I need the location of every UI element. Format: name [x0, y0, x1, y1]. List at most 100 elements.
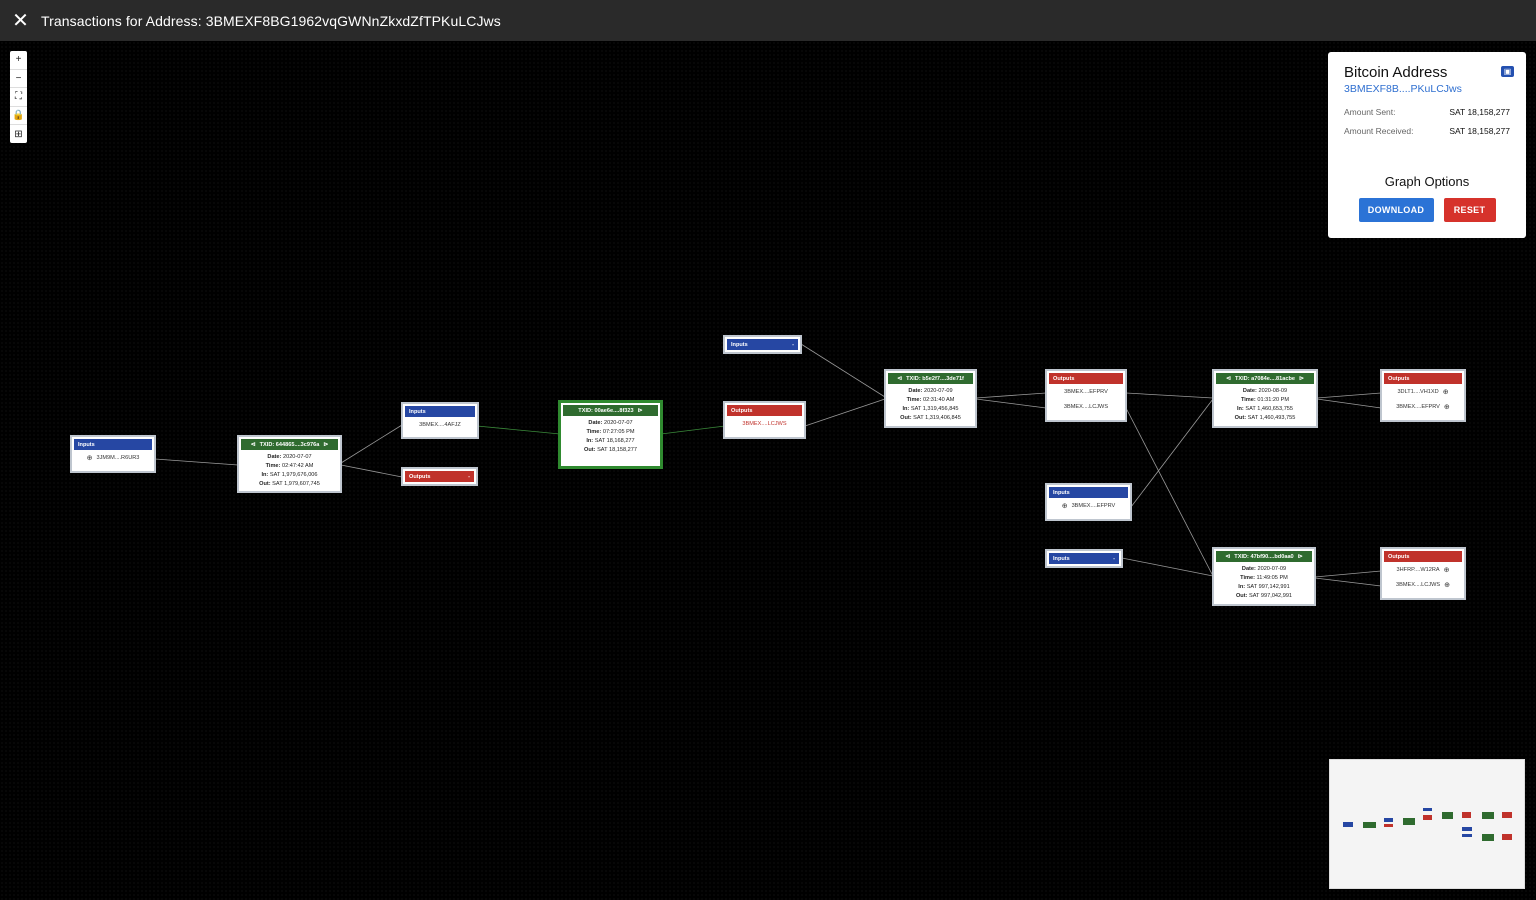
close-icon[interactable]: ✕: [0, 0, 41, 41]
remove-icon[interactable]: ⊕: [87, 454, 93, 462]
time-key: Time:: [906, 397, 922, 403]
amount-received-label: Amount Received:: [1344, 126, 1414, 136]
input-node[interactable]: Inputs ⊕ 3JM9M....R6UR3: [70, 435, 156, 473]
transaction-node[interactable]: ⊲ TXID: 47bf90....bd0aa0 ⊳ Date: 2020-07-0…: [1212, 547, 1316, 606]
txid-label: TXID: 47bf90....bd0aa0: [1234, 553, 1294, 560]
zoom-in-button[interactable]: +: [10, 51, 27, 70]
input-node[interactable]: Inputs -: [1045, 549, 1123, 568]
date-value: 2020-07-07: [603, 420, 633, 426]
address-label[interactable]: 3BMEX....EFPRV: [1072, 503, 1116, 509]
graph-canvas[interactable]: [0, 41, 1536, 900]
txid-label: TXID: 00ae6e....8f323: [578, 407, 634, 414]
address-label[interactable]: 3DLT1....VH1XD: [1397, 389, 1438, 395]
wallet-icon[interactable]: ▣: [1501, 66, 1514, 77]
transaction-node-selected[interactable]: TXID: 00ae6e....8f323 ⊳ Date: 2020-07-07 …: [559, 401, 662, 468]
address-info-panel: Bitcoin Address ▣ 3BMEXF8B....PKuLCJws A…: [1328, 52, 1526, 238]
address-label[interactable]: 3JM9M....R6UR3: [96, 455, 139, 461]
in-value: SAT 18,168,277: [594, 438, 635, 444]
panel-title: Bitcoin Address: [1344, 64, 1448, 81]
time-value: 07:27:05 PM: [602, 429, 635, 435]
in-value: SAT 1,460,653,755: [1245, 406, 1294, 412]
output-node[interactable]: Outputs 3HFRP....W12RA ⊕ 3BMEX....LCJWS ⊕: [1380, 547, 1466, 600]
amount-sent-value: SAT 18,158,277: [1449, 107, 1510, 117]
output-node[interactable]: Outputs -: [401, 467, 478, 486]
out-value: SAT 997,042,991: [1249, 593, 1293, 599]
minimap[interactable]: [1329, 759, 1525, 889]
input-node[interactable]: Inputs 3BMEX....4AFJZ: [401, 402, 479, 439]
collapse-toggle[interactable]: -: [468, 474, 470, 480]
add-icon[interactable]: ⊕: [1443, 388, 1449, 396]
reset-button[interactable]: RESET: [1443, 198, 1496, 222]
collapse-toggle[interactable]: -: [792, 342, 794, 348]
collapse-toggle[interactable]: -: [1113, 556, 1115, 562]
minimap-node: [1363, 822, 1376, 828]
expand-right-icon[interactable]: ⊳: [1299, 375, 1304, 382]
expand-left-icon[interactable]: ⊲: [1226, 375, 1231, 382]
input-node[interactable]: Inputs ⊕ 3BMEX....EFPRV: [1045, 483, 1132, 521]
address-label[interactable]: 3HFRP....W12RA: [1397, 567, 1440, 573]
add-icon[interactable]: ⊕: [1444, 403, 1450, 411]
minimap-node: [1462, 827, 1472, 831]
address-label[interactable]: 3BMEX....EFPRV: [1396, 404, 1440, 410]
out-value: SAT 1,979,607,745: [272, 481, 320, 487]
expand-left-icon[interactable]: ⊲: [251, 441, 256, 448]
expand-right-icon[interactable]: ⊳: [638, 407, 643, 414]
fit-view-button[interactable]: ⛶: [10, 88, 27, 107]
lock-button[interactable]: 🔒: [10, 107, 27, 126]
minimap-node: [1403, 818, 1415, 825]
node-header-label: Inputs: [1053, 489, 1070, 496]
minimap-node: [1462, 834, 1472, 837]
download-button[interactable]: DOWNLOAD: [1358, 198, 1434, 222]
transaction-node[interactable]: ⊲ TXID: a7084e....81acbe ⊳ Date: 2020-08-0…: [1212, 369, 1318, 428]
in-value: SAT 1,979,676,006: [269, 472, 318, 478]
node-header-label: Inputs: [1053, 555, 1070, 562]
minimap-node: [1343, 822, 1353, 827]
date-value: 2020-07-09: [1257, 566, 1287, 572]
output-node[interactable]: Outputs 3BMEX....EFPRV 3BMEX....LCJWS: [1045, 369, 1127, 422]
date-key: Date:: [267, 454, 282, 460]
node-header-label: Outputs: [1053, 375, 1075, 382]
transaction-node[interactable]: ⊲ TXID: 644865....3c976a ⊳ Date: 2020-07-0…: [237, 435, 342, 493]
graph-controls: + − ⛶ 🔒 ⊞: [10, 51, 27, 143]
output-node[interactable]: Outputs 3DLT1....VH1XD ⊕ 3BMEX....EFPRV ⊕: [1380, 369, 1466, 422]
add-icon[interactable]: ⊕: [1444, 566, 1450, 574]
expand-right-icon[interactable]: ⊳: [323, 441, 328, 448]
expand-left-icon[interactable]: ⊲: [1225, 553, 1230, 560]
out-key: Out:: [1234, 415, 1247, 421]
in-value: SAT 997,142,991: [1246, 584, 1290, 590]
minimap-node: [1502, 834, 1512, 840]
date-key: Date:: [1242, 388, 1257, 394]
minimap-toggle-button[interactable]: ⊞: [10, 125, 27, 143]
output-node[interactable]: Outputs 3BMEX....LCJWS: [723, 401, 806, 439]
amount-received-value: SAT 18,158,277: [1449, 126, 1510, 136]
amount-sent-label: Amount Sent:: [1344, 107, 1396, 117]
time-key: Time:: [265, 463, 281, 469]
out-value: SAT 1,460,493,755: [1247, 415, 1296, 421]
out-key: Out:: [259, 481, 271, 487]
out-key: Out:: [584, 447, 596, 453]
date-key: Date:: [908, 388, 923, 394]
address-label[interactable]: 3BMEX....LCJWS: [742, 421, 786, 427]
address-label[interactable]: 3BMEX....LCJWS: [1064, 404, 1108, 410]
minimap-node: [1482, 834, 1494, 841]
expand-left-icon[interactable]: ⊲: [897, 375, 902, 382]
address-link[interactable]: 3BMEXF8B....PKuLCJws: [1344, 83, 1510, 95]
input-node[interactable]: Inputs -: [723, 335, 802, 354]
top-bar: ✕ Transactions for Address: 3BMEXF8BG196…: [0, 0, 1536, 41]
out-value: SAT 18,158,277: [597, 447, 637, 453]
address-label[interactable]: 3BMEX....4AFJZ: [419, 422, 461, 428]
address-label[interactable]: 3BMEX....EFPRV: [1064, 389, 1108, 395]
expand-right-icon[interactable]: ⊳: [1298, 553, 1303, 560]
txid-label: TXID: 644865....3c976a: [259, 441, 320, 448]
date-value: 2020-07-09: [923, 388, 953, 394]
zoom-out-button[interactable]: −: [10, 70, 27, 89]
txid-label: TXID: a7084e....81acbe: [1234, 375, 1295, 382]
transaction-node[interactable]: ⊲ TXID: b5e2f7....3de71f Date: 2020-07-09…: [884, 369, 977, 428]
address-label[interactable]: 3BMEX....LCJWS: [1396, 582, 1440, 588]
remove-icon[interactable]: ⊕: [1062, 502, 1068, 510]
add-icon[interactable]: ⊕: [1444, 581, 1450, 589]
minimap-node: [1384, 818, 1393, 822]
time-value: 02:47:42 AM: [281, 463, 314, 469]
date-value: 2020-08-09: [1258, 388, 1288, 394]
minimap-node: [1384, 824, 1393, 827]
